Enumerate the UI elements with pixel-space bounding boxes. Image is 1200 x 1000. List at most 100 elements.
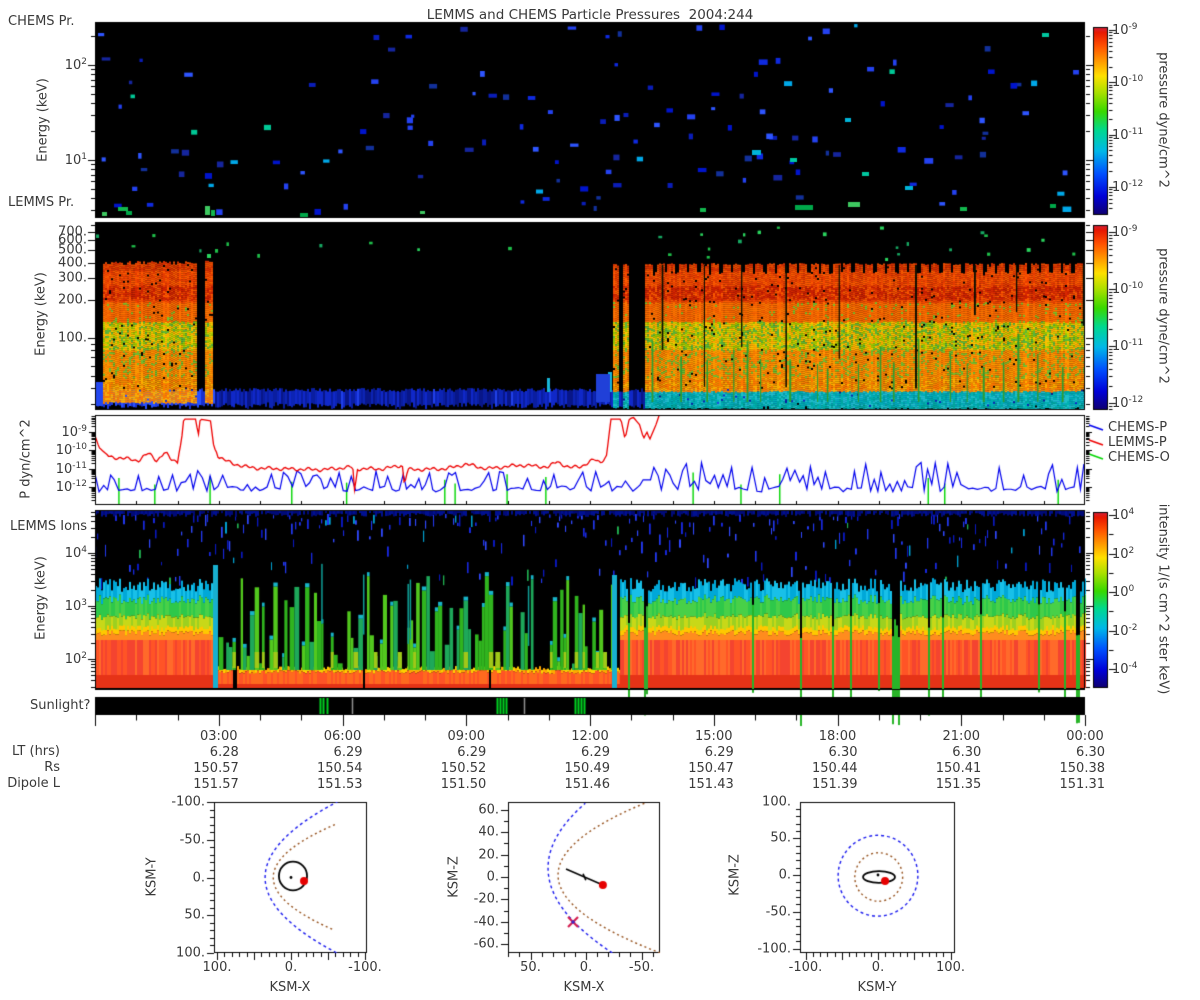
orbit-yz-xlabel: KSM-Y xyxy=(857,980,897,995)
orbit-xy-ylabel: KSM-Y xyxy=(144,857,160,897)
orbit_xy-ytick: -100. xyxy=(171,794,205,810)
orbit_yz-xtick: -100. xyxy=(788,960,823,975)
orbit_yz-xtick: 0. xyxy=(871,960,885,975)
panel4-ytick: 102 xyxy=(64,650,87,668)
panel2-ytick: 300. xyxy=(58,270,87,286)
rs-value: 150.54 xyxy=(317,761,363,776)
orbit-xz-ylabel: KSM-Z xyxy=(446,856,462,898)
colorbar2-tick: 10-9 xyxy=(1112,223,1138,241)
colorbar4-tick: 10-2 xyxy=(1112,622,1138,639)
row-label-rs: Rs xyxy=(44,760,60,775)
rs-value: 150.44 xyxy=(812,761,858,776)
orbit_xz-ytick: 40. xyxy=(478,824,499,840)
orbit_xy-ytick: 100. xyxy=(176,945,205,961)
rs-value: 150.57 xyxy=(193,761,239,776)
panel2-title: LEMMS Pr. xyxy=(8,195,75,210)
colorbar1-tick: 10-12 xyxy=(1112,178,1144,196)
time-tick-label: 21:00 xyxy=(942,729,980,744)
panel3-ylabel: P dyn/cm^2 xyxy=(18,419,34,499)
panel1-ytick: 101 xyxy=(64,151,87,169)
orbit_xy-xtick: -100. xyxy=(348,960,382,975)
panel2-ytick: 100. xyxy=(58,330,87,346)
orbit_yz-xtick: 100. xyxy=(936,960,965,975)
colorbar4-tick: 104 xyxy=(1112,506,1135,524)
lt-value: 6.30 xyxy=(1076,745,1105,760)
panel1-ylabel: Energy (keV) xyxy=(35,78,51,162)
panel2-ytick: 200. xyxy=(58,292,87,308)
lt-value: 6.29 xyxy=(704,745,734,760)
panel2-ytick: 400. xyxy=(58,255,87,270)
orbit-xy-xlabel: KSM-X xyxy=(269,980,311,995)
lt-value: 6.30 xyxy=(952,745,982,760)
panel3-ytick: 10-9 xyxy=(61,423,87,441)
colorbar2-tick: 10-12 xyxy=(1112,394,1144,412)
lemms-chems-plot-page: { "title": "LEMMS and CHEMS Particle Pre… xyxy=(0,0,1200,1000)
colorbar1-tick: 10-11 xyxy=(1112,126,1144,143)
colorbar2-tick: 10-10 xyxy=(1112,280,1144,298)
lt-value: 6.30 xyxy=(828,745,858,760)
colorbar2-unit-label: pressure dyne/cm^2 xyxy=(1155,248,1171,384)
orbit_xz-xtick: 50. xyxy=(520,960,541,975)
orbit_yz-ytick: -50. xyxy=(765,904,791,920)
orbit_yz-ytick: -100. xyxy=(757,941,791,956)
orbit_xy-ytick: -50. xyxy=(179,832,205,848)
dipole-l-value: 151.46 xyxy=(564,777,611,792)
colorbar4-tick: 10-4 xyxy=(1112,660,1138,678)
orbit_yz-ytick: 50. xyxy=(770,830,791,846)
colorbar4-tick: 102 xyxy=(1112,545,1135,562)
orbit_xy-ytick: 0. xyxy=(192,870,205,885)
time-tick-label: 00:00 xyxy=(1066,729,1104,744)
colorbar1-tick: 10-10 xyxy=(1112,74,1144,91)
row-label-dipole-l: Dipole L xyxy=(7,776,60,791)
legend-item-chems-o: CHEMS-O xyxy=(1108,450,1170,465)
page-title: LEMMS and CHEMS Particle Pressures 2004:… xyxy=(426,7,754,23)
orbit_xz-ytick: 60. xyxy=(478,802,499,818)
panel1-title: CHEMS Pr. xyxy=(8,14,75,29)
colorbar2-tick: 10-11 xyxy=(1112,337,1144,355)
row-label-lt: LT (hrs) xyxy=(11,744,60,759)
panel3-ytick: 10-11 xyxy=(55,460,87,477)
time-tick-label: 18:00 xyxy=(818,729,857,744)
time-tick-label: 09:00 xyxy=(447,729,485,744)
panel4-ylabel: Energy (keV) xyxy=(33,556,49,640)
orbit_xz-ytick: 20. xyxy=(478,847,499,863)
orbit_xz-xtick: -50. xyxy=(628,960,655,975)
dipole-l-value: 151.53 xyxy=(317,777,363,792)
colorbar1-unit-label: pressure dyne/cm^2 xyxy=(1155,52,1171,188)
panel4-title: LEMMS Ions xyxy=(10,519,88,534)
panel4-ytick: 103 xyxy=(64,597,87,615)
orbit-xz-xlabel: KSM-X xyxy=(563,980,605,995)
rs-value: 150.38 xyxy=(1059,761,1106,776)
lt-value: 6.29 xyxy=(333,745,363,760)
colorbar4-unit-label: intensity 1/(s cm^2 ster keV) xyxy=(1155,503,1171,695)
panel4-ytick: 104 xyxy=(64,544,87,562)
dipole-l-value: 151.50 xyxy=(440,777,487,792)
panel3-ytick: 10-10 xyxy=(55,442,87,459)
sunlight-label: Sunlight? xyxy=(30,698,91,713)
orbit-yz-ylabel: KSM-Z xyxy=(727,854,743,896)
panel2-ylabel: Energy (keV) xyxy=(33,272,49,356)
time-tick-label: 03:00 xyxy=(200,729,238,744)
colorbar1-tick: 10-9 xyxy=(1112,21,1138,39)
panel1-ytick: 102 xyxy=(64,56,87,74)
orbit_xz-ytick: -40. xyxy=(473,914,499,930)
dipole-l-value: 151.39 xyxy=(812,777,858,792)
dipole-l-value: 151.35 xyxy=(935,777,982,792)
orbit_xz-ytick: -20. xyxy=(473,891,499,907)
orbit_xz-xtick: 0. xyxy=(579,960,593,975)
orbit_yz-ytick: 0. xyxy=(778,867,791,883)
dipole-l-value: 151.43 xyxy=(688,777,734,792)
panel3-ytick: 10-12 xyxy=(55,479,87,496)
plots-canvas xyxy=(0,0,1200,1000)
time-tick-label: 15:00 xyxy=(695,729,733,744)
time-tick-label: 12:00 xyxy=(571,729,609,744)
orbit_xy-xtick: 100. xyxy=(202,960,232,975)
legend-item-chems-p: CHEMS-P xyxy=(1108,420,1168,435)
legend-item-lemms-p: LEMMS-P xyxy=(1108,435,1167,450)
rs-value: 150.52 xyxy=(440,761,487,776)
rs-value: 150.41 xyxy=(935,761,982,776)
time-tick-label: 06:00 xyxy=(323,729,362,744)
orbit_xz-ytick: 0. xyxy=(486,869,499,885)
lt-value: 6.29 xyxy=(457,745,487,760)
colorbar4-tick: 100 xyxy=(1112,583,1135,601)
